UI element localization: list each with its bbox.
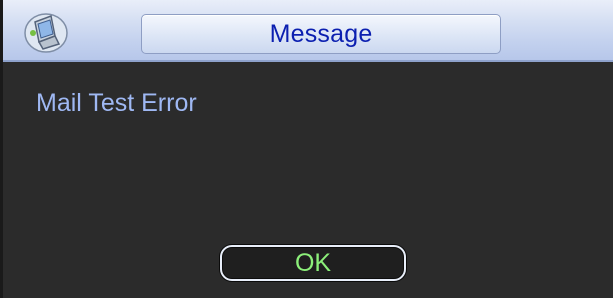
title-bar: Message <box>3 0 613 62</box>
ok-button-label: OK <box>294 248 332 277</box>
computer-icon <box>21 6 71 56</box>
title-plate: Message <box>141 14 501 54</box>
dialog-title: Message <box>269 19 373 48</box>
message-text: Mail Test Error <box>36 89 197 117</box>
message-dialog: Message Mail Test Error OK <box>0 0 613 298</box>
dialog-content: Mail Test Error OK <box>6 62 613 298</box>
ok-button[interactable]: OK <box>220 245 406 281</box>
